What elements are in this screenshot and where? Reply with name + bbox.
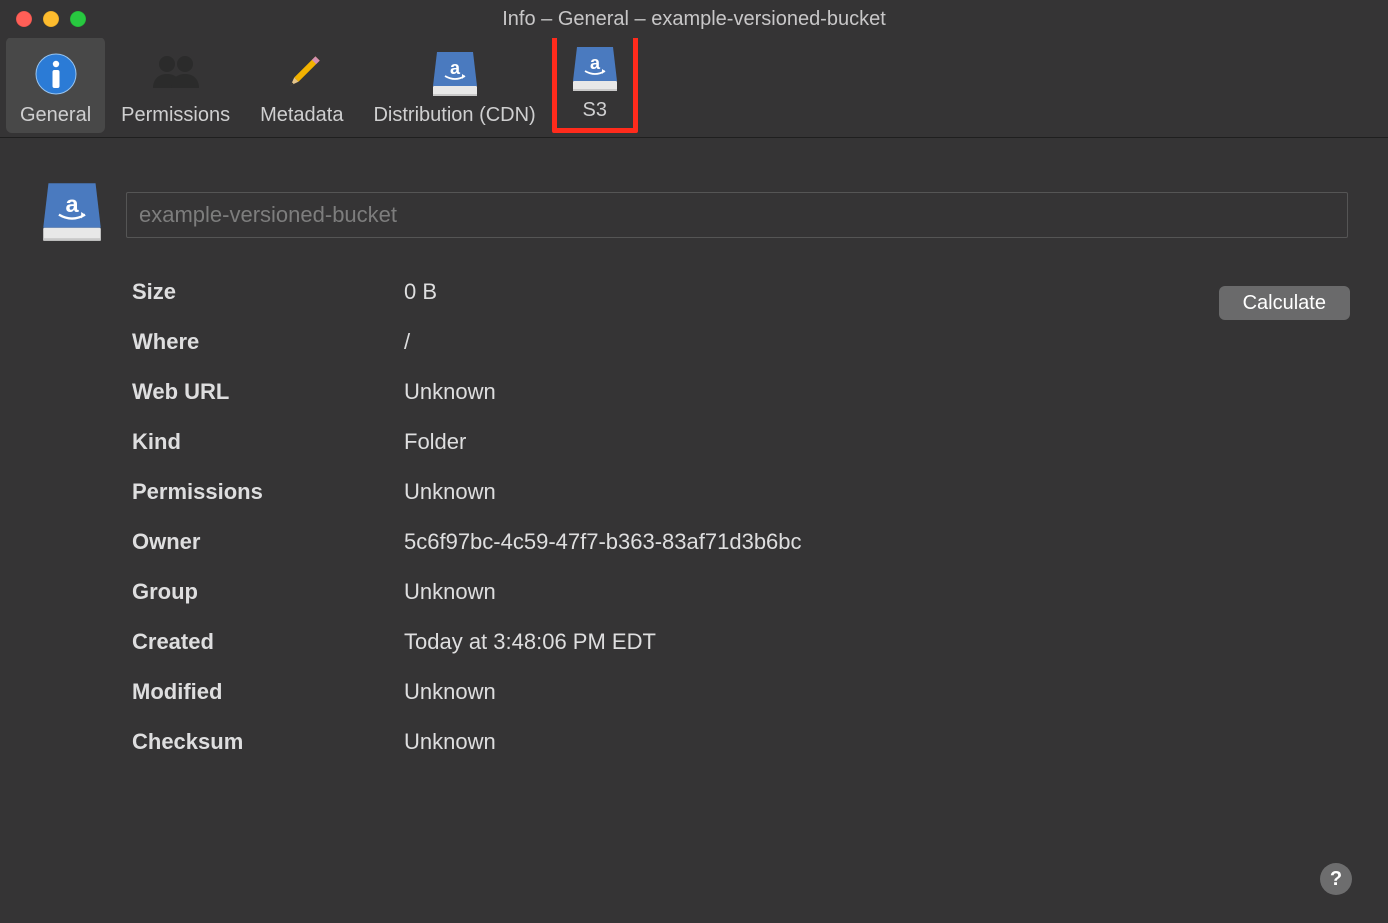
titlebar: Info – General – example-versioned-bucke… — [0, 0, 1388, 38]
label-permissions: Permissions — [132, 479, 394, 505]
window-title: Info – General – example-versioned-bucke… — [502, 8, 886, 31]
zoom-window-button[interactable] — [70, 11, 86, 27]
label-kind: Kind — [132, 429, 394, 455]
row-size: Size 0 B — [132, 279, 1348, 329]
toolbar: General Permissions — [0, 38, 1388, 138]
value-checksum: Unknown — [404, 729, 1348, 755]
value-modified: Unknown — [404, 679, 1348, 705]
help-button[interactable]: ? — [1320, 863, 1352, 895]
label-owner: Owner — [132, 529, 394, 555]
row-created: Created Today at 3:48:06 PM EDT — [132, 629, 1348, 679]
tab-label: S3 — [582, 99, 606, 122]
row-modified: Modified Unknown — [132, 679, 1348, 729]
label-checksum: Checksum — [132, 729, 394, 755]
info-icon — [34, 46, 78, 102]
label-modified: Modified — [132, 679, 394, 705]
value-where: / — [404, 329, 1348, 355]
label-group: Group — [132, 579, 394, 605]
value-owner: 5c6f97bc-4c59-47f7-b363-83af71d3b6bc — [404, 529, 1348, 555]
label-created: Created — [132, 629, 394, 655]
row-checksum: Checksum Unknown — [132, 729, 1348, 779]
row-where: Where / — [132, 329, 1348, 379]
tab-s3-highlight: a S3 — [552, 27, 638, 133]
row-kind: Kind Folder — [132, 429, 1348, 479]
bucket-name-field[interactable]: example-versioned-bucket — [126, 192, 1348, 238]
row-web-url: Web URL Unknown — [132, 379, 1348, 429]
svg-text:a: a — [590, 53, 601, 73]
minimize-window-button[interactable] — [43, 11, 59, 27]
info-grid: Size 0 B Where / Web URL Unknown Kind Fo… — [132, 279, 1348, 779]
value-kind: Folder — [404, 429, 1348, 455]
s3-drive-icon: a — [571, 41, 619, 97]
tab-distribution-cdn[interactable]: a Distribution (CDN) — [359, 37, 549, 133]
header-row: a example-versioned-bucket — [40, 178, 1348, 251]
value-created: Today at 3:48:06 PM EDT — [404, 629, 1348, 655]
value-permissions: Unknown — [404, 479, 1348, 505]
svg-text:a: a — [65, 191, 79, 217]
label-size: Size — [132, 279, 394, 305]
tab-s3[interactable]: a S3 — [557, 32, 633, 128]
svg-text:a: a — [450, 58, 461, 78]
bucket-drive-icon: a — [40, 178, 104, 251]
close-window-button[interactable] — [16, 11, 32, 27]
tab-label: Metadata — [260, 104, 343, 127]
tab-label: Permissions — [121, 104, 230, 127]
s3-drive-icon: a — [431, 46, 479, 102]
tab-permissions[interactable]: Permissions — [107, 37, 244, 133]
pencil-icon — [280, 46, 324, 102]
row-group: Group Unknown — [132, 579, 1348, 629]
row-owner: Owner 5c6f97bc-4c59-47f7-b363-83af71d3b6… — [132, 529, 1348, 579]
value-web-url: Unknown — [404, 379, 1348, 405]
value-group: Unknown — [404, 579, 1348, 605]
label-where: Where — [132, 329, 394, 355]
tab-general[interactable]: General — [6, 37, 105, 133]
people-icon — [150, 46, 202, 102]
value-size: 0 B — [404, 279, 1348, 305]
window-controls — [16, 11, 86, 27]
row-permissions: Permissions Unknown — [132, 479, 1348, 529]
tab-label: Distribution (CDN) — [373, 104, 535, 127]
tab-label: General — [20, 104, 91, 127]
content-pane: a example-versioned-bucket Calculate Siz… — [0, 138, 1388, 923]
tab-metadata[interactable]: Metadata — [246, 37, 357, 133]
calculate-button[interactable]: Calculate — [1219, 286, 1350, 320]
label-web-url: Web URL — [132, 379, 394, 405]
